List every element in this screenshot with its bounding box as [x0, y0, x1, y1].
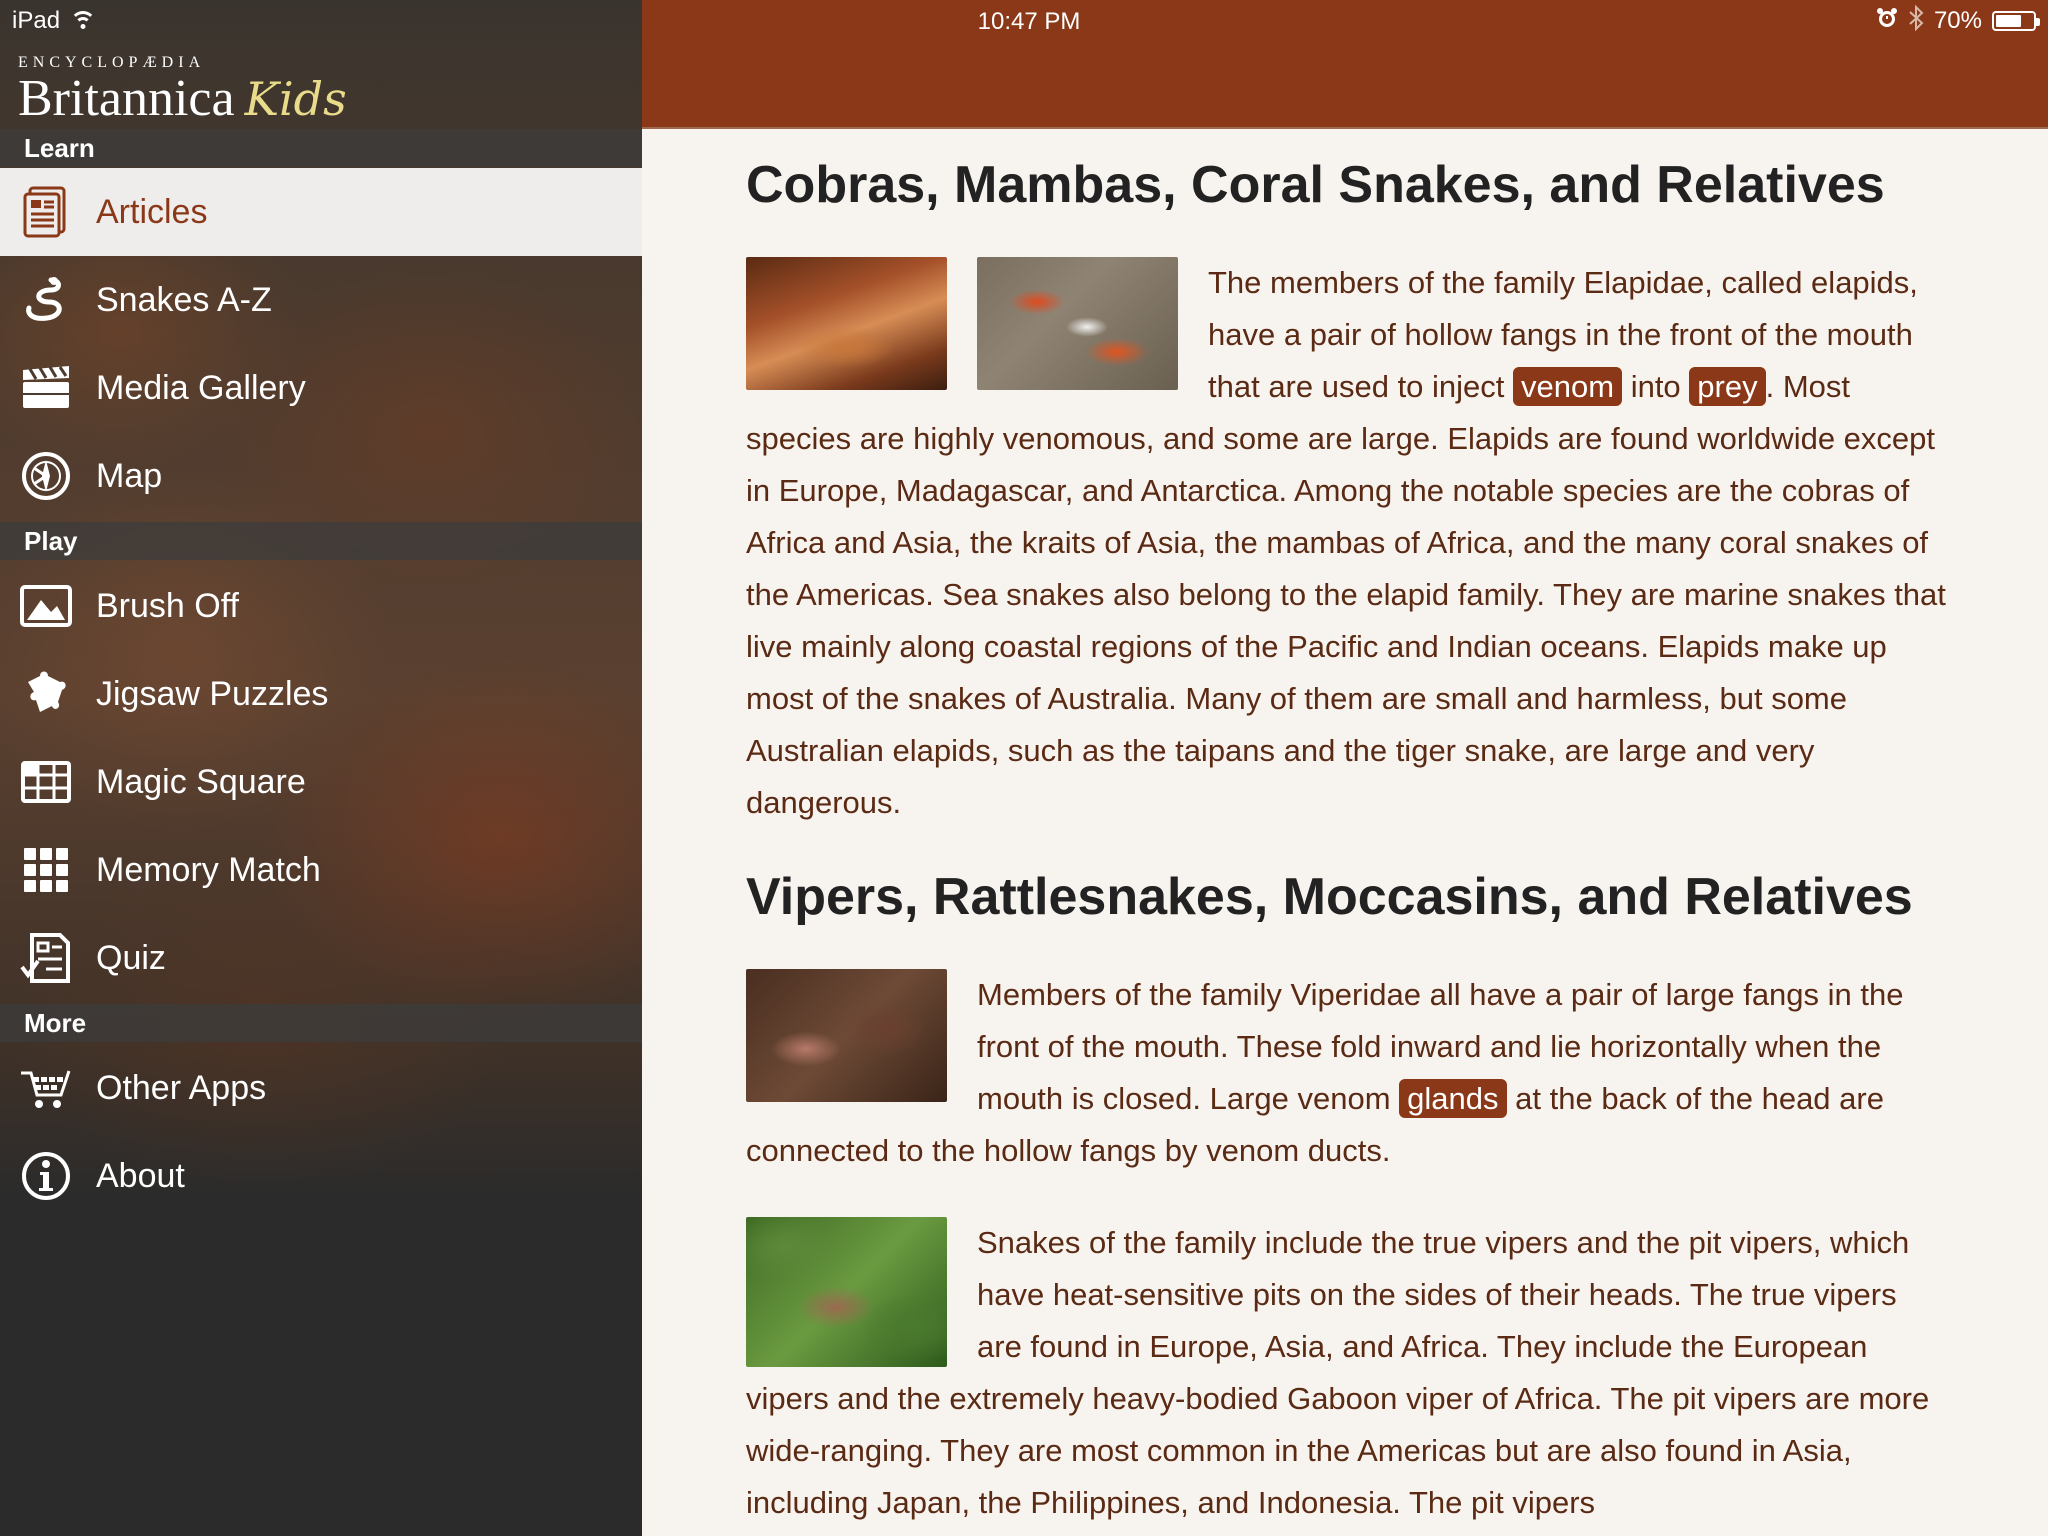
glossary-term-venom[interactable]: venom: [1513, 367, 1623, 406]
compass-icon: [18, 448, 74, 504]
status-bar-right: 70%: [1876, 4, 2040, 38]
battery-percent: 70%: [1933, 7, 1982, 34]
article-paragraph: Members of the family Viperidae all have…: [746, 969, 1946, 1177]
viper-image[interactable]: [746, 969, 947, 1102]
sidebar-item-snakes-a-z[interactable]: Snakes A-Z: [0, 256, 642, 344]
section-heading: Cobras, Mambas, Coral Snakes, and Relati…: [746, 156, 1885, 214]
sidebar-item-label: Media Gallery: [96, 368, 306, 407]
sidebar-item-label: Other Apps: [96, 1068, 267, 1107]
paragraph-text: into: [1622, 369, 1690, 404]
clapperboard-icon: [18, 360, 74, 416]
articles-icon: [18, 184, 74, 240]
paragraph-text: . Most species are highly venomous, and …: [746, 369, 1946, 820]
logo-brand: Britannica: [18, 70, 235, 127]
section-heading: Vipers, Rattlesnakes, Moccasins, and Rel…: [746, 868, 1913, 926]
sidebar-item-label: Memory Match: [96, 850, 321, 889]
quiz-icon: [18, 930, 74, 986]
sidebar-item-label: About: [96, 1156, 185, 1195]
snake-image[interactable]: [746, 257, 947, 390]
battery-icon: [1992, 11, 2040, 31]
snake-icon: [18, 272, 74, 328]
status-time: 10:47 PM: [977, 8, 1081, 35]
article-paragraph: The members of the family Elapidae, call…: [746, 257, 1946, 829]
sidebar-item-brush-off[interactable]: Brush Off: [0, 562, 642, 650]
tiles-icon: [18, 842, 74, 898]
sidebar-item-label: Jigsaw Puzzles: [96, 674, 329, 713]
section-header-learn: Learn: [0, 129, 642, 167]
cart-icon: [18, 1060, 74, 1116]
device-name: iPad: [12, 7, 61, 34]
sidebar-item-label: Map: [96, 456, 163, 495]
sidebar-item-other-apps[interactable]: Other Apps: [0, 1044, 642, 1132]
article-paragraph: Snakes of the family include the true vi…: [746, 1217, 1946, 1529]
status-bar-left: iPad: [12, 7, 97, 34]
pit-viper-image[interactable]: [746, 1217, 947, 1367]
info-icon: [18, 1148, 74, 1204]
bluetooth-icon: [1908, 4, 1924, 38]
sidebar-item-label: Quiz: [96, 938, 166, 977]
britannica-kids-logo: ENCYCLOPÆDIA Britannica Kids: [18, 54, 418, 127]
sidebar-item-label: Magic Square: [96, 762, 306, 801]
sidebar-item-memory-match[interactable]: Memory Match: [0, 826, 642, 914]
alarm-icon: [1876, 7, 1898, 36]
puzzle-icon: [18, 666, 74, 722]
section-header-more: More: [0, 1004, 642, 1042]
picture-icon: [18, 578, 74, 634]
sidebar: iPad ENCYCLOPÆDIA Britannica Kids Learn A…: [0, 0, 642, 1536]
sidebar-item-map[interactable]: Map: [0, 432, 642, 520]
logo-kids: Kids: [244, 72, 347, 126]
glossary-term-prey[interactable]: prey: [1689, 367, 1766, 406]
article-content[interactable]: Cobras, Mambas, Coral Snakes, and Relati…: [746, 129, 1946, 1536]
wifi-icon: [70, 11, 97, 31]
sidebar-item-jigsaw-puzzles[interactable]: Jigsaw Puzzles: [0, 650, 642, 738]
sidebar-item-label: Brush Off: [96, 586, 239, 625]
sidebar-item-about[interactable]: About: [0, 1132, 642, 1220]
section-header-play: Play: [0, 522, 642, 560]
sidebar-item-label: Snakes A-Z: [96, 280, 272, 319]
sidebar-item-quiz[interactable]: Quiz: [0, 914, 642, 1002]
coral-snake-image[interactable]: [977, 257, 1178, 390]
glossary-term-glands[interactable]: glands: [1399, 1079, 1507, 1118]
top-bar: 10:47 PM 70%: [642, 0, 2048, 129]
sidebar-item-label: Articles: [96, 192, 208, 231]
sidebar-item-magic-square[interactable]: Magic Square: [0, 738, 642, 826]
logo-main-text: Britannica Kids: [18, 70, 418, 128]
sidebar-item-media-gallery[interactable]: Media Gallery: [0, 344, 642, 432]
sidebar-item-articles[interactable]: Articles: [0, 168, 642, 256]
grid-icon: [18, 754, 74, 810]
